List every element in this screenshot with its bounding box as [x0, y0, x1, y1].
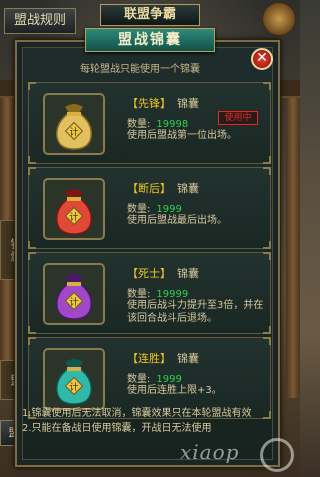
card-corner: [28, 167, 36, 175]
item-quantity: 数量: 1999: [127, 200, 182, 215]
rules-button[interactable]: 盟战规则: [4, 8, 76, 34]
note-line: 2.只能在备战日使用锦囊，开战日无法使用: [22, 423, 212, 434]
item-quantity: 数量: 1999: [127, 370, 182, 385]
panel-title: 盟战锦囊: [85, 28, 215, 52]
watermark-logo-icon: [260, 438, 294, 472]
card-corner: [263, 167, 271, 175]
alliance-title: 联盟争霸: [100, 4, 200, 26]
item-tag: 【断后】: [127, 182, 171, 195]
background-pillar-right: [286, 98, 300, 398]
pouch-icon: 计: [43, 263, 105, 325]
bag-item-card[interactable]: 计 【先锋】 锦囊 数量: 19998 使用后盟战第一位出场。 使用中: [28, 82, 271, 164]
item-description: 使用后盟战第一位出场。: [127, 130, 237, 141]
item-kind: 锦囊: [177, 97, 199, 110]
card-corner: [28, 337, 36, 345]
item-quantity: 数量: 19998: [127, 115, 188, 130]
card-corner: [263, 241, 271, 249]
item-tag: 【连胜】: [127, 352, 171, 365]
card-corner: [263, 337, 271, 345]
item-name: 【先锋】 锦囊: [127, 95, 199, 111]
svg-text:计: 计: [69, 211, 78, 223]
item-tag: 【死士】: [127, 267, 171, 280]
item-quantity: 数量: 19999: [127, 285, 188, 300]
card-corner: [263, 82, 271, 90]
item-description: 使用后战斗力提升至3倍，并在该回合战斗后退场。: [127, 300, 264, 324]
card-corner: [28, 82, 36, 90]
item-kind: 锦囊: [177, 267, 199, 280]
in-use-badge: 使用中: [218, 111, 258, 125]
panel-subtitle: 每轮盟战只能使用一个锦囊: [80, 64, 200, 75]
pouch-icon: 计: [43, 93, 105, 155]
bag-item-card[interactable]: 计 【死士】 锦囊 数量: 19999 使用后战斗力提升至3倍，并在该回合战斗后退场…: [28, 252, 271, 334]
svg-text:计: 计: [69, 126, 78, 138]
note-line: 1.锦囊使用后无法取消，锦囊效果只在本轮盟战有效: [22, 408, 252, 419]
card-corner: [28, 156, 36, 164]
svg-text:计: 计: [69, 381, 78, 393]
item-description: 使用后连胜上限+3。: [127, 385, 222, 396]
item-name: 【死士】 锦囊: [127, 265, 199, 281]
item-name: 【连胜】 锦囊: [127, 350, 199, 366]
dragon-emblem-icon: [262, 2, 296, 36]
item-description: 使用后盟战最后出场。: [127, 215, 227, 226]
item-kind: 锦囊: [177, 352, 199, 365]
close-button[interactable]: ✕: [251, 48, 273, 70]
bag-item-card[interactable]: 计 【断后】 锦囊 数量: 1999 使用后盟战最后出场。: [28, 167, 271, 249]
card-corner: [28, 326, 36, 334]
card-corner: [263, 252, 271, 260]
pouch-icon: 计: [43, 178, 105, 240]
card-corner: [263, 326, 271, 334]
item-tag: 【先锋】: [127, 97, 171, 110]
item-kind: 锦囊: [177, 182, 199, 195]
item-name: 【断后】 锦囊: [127, 180, 199, 196]
card-corner: [263, 156, 271, 164]
card-corner: [28, 252, 36, 260]
svg-text:计: 计: [69, 296, 78, 308]
watermark-text: xiaop: [180, 440, 240, 464]
pouch-icon: 计: [43, 348, 105, 410]
usage-notes: 1.锦囊使用后无法取消，锦囊效果只在本轮盟战有效 2.只能在备战日使用锦囊，开战…: [22, 406, 278, 436]
card-corner: [28, 241, 36, 249]
